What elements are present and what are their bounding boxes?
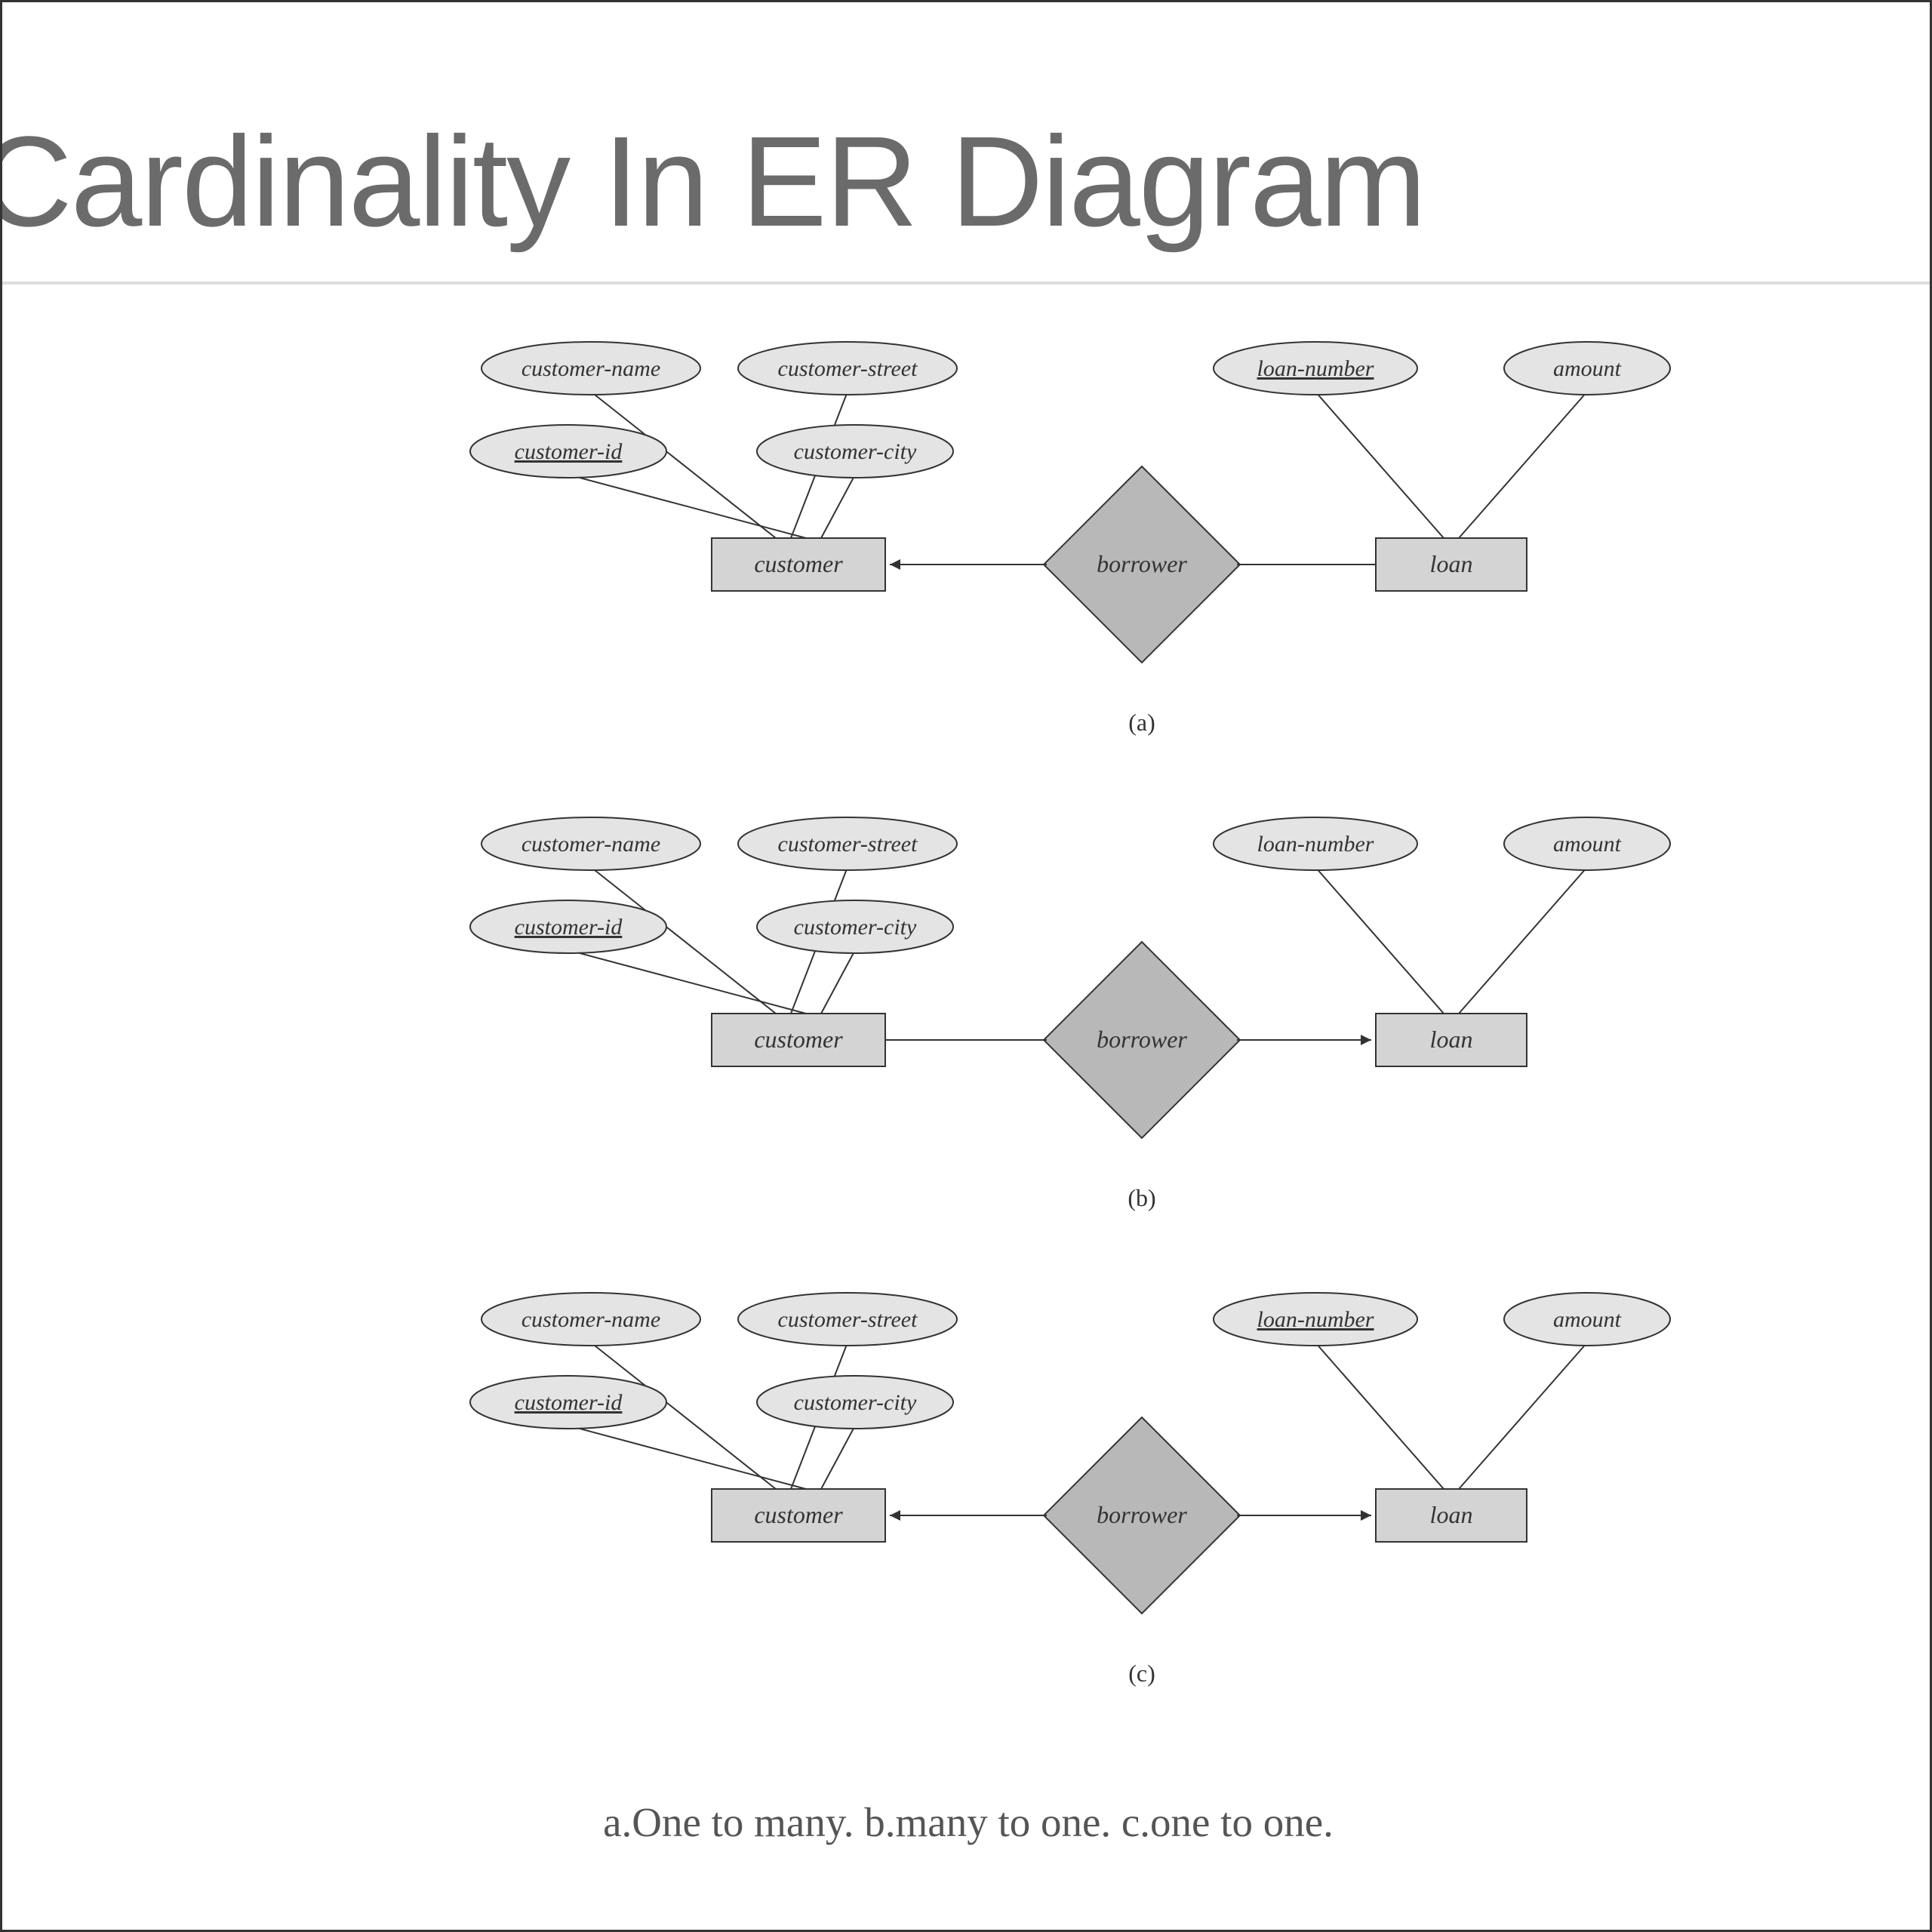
entity-customer-label: customer: [754, 1501, 843, 1528]
customer-attr-1-label: customer-street: [778, 1307, 918, 1332]
loan-attr-1-label: amount: [1553, 356, 1622, 381]
er-diagram-a: customer-name customer-street customer-id c…: [425, 319, 1783, 772]
customer-attr-0-label: customer-name: [521, 1307, 660, 1332]
rel-line-left-arrowhead: [890, 559, 900, 570]
attr-line-3: [821, 950, 855, 1014]
customer-attr-2-label: customer-id: [515, 915, 623, 940]
customer-attr-3-label: customer-city: [794, 439, 917, 464]
customer-attr-0-label: customer-name: [521, 832, 660, 857]
loan-attr-0-label: loan-number: [1257, 356, 1374, 381]
loan-attr-line-0: [1315, 392, 1444, 538]
loan-attr-1-label: amount: [1553, 1307, 1622, 1332]
attr-line-2: [568, 475, 806, 538]
customer-attr-2-label: customer-id: [515, 439, 623, 464]
attr-line-2: [568, 950, 806, 1014]
entity-loan-label: loan: [1430, 1026, 1473, 1053]
attr-line-2: [568, 1426, 806, 1489]
customer-attr-2-label: customer-id: [515, 1390, 623, 1415]
customer-attr-1-label: customer-street: [778, 832, 918, 857]
entity-customer-label: customer: [754, 1026, 843, 1053]
loan-attr-line-1: [1459, 392, 1587, 538]
loan-attr-line-1: [1459, 1343, 1587, 1489]
customer-attr-3-label: customer-city: [794, 915, 917, 940]
customer-attr-1-label: customer-street: [778, 356, 918, 381]
loan-attr-line-0: [1315, 1343, 1444, 1489]
attr-line-3: [821, 475, 855, 538]
loan-attr-0-label: loan-number: [1257, 1307, 1374, 1332]
rel-line-right-arrowhead: [1361, 1510, 1371, 1521]
rel-line-right-arrowhead: [1361, 1035, 1371, 1045]
caption: a.One to many. b.many to one. c.one to o…: [2, 1798, 1932, 1846]
customer-attr-0-label: customer-name: [521, 356, 660, 381]
customer-attr-3-label: customer-city: [794, 1390, 917, 1415]
entity-loan-label: loan: [1430, 1501, 1473, 1528]
loan-attr-0-label: loan-number: [1257, 832, 1374, 857]
rel-line-left-arrowhead: [890, 1510, 900, 1521]
relationship-borrower-label: borrower: [1097, 1026, 1187, 1053]
relationship-borrower-label: borrower: [1097, 550, 1187, 577]
relationship-borrower-label: borrower: [1097, 1501, 1187, 1528]
attr-line-3: [821, 1426, 855, 1489]
er-diagram-c: customer-name customer-street customer-id c…: [425, 1270, 1783, 1723]
er-diagram-b: customer-name customer-street customer-id c…: [425, 795, 1783, 1247]
loan-attr-1-label: amount: [1553, 832, 1622, 857]
sublabel: (b): [1128, 1184, 1155, 1211]
page-title: Cardinality In ER Diagram: [0, 108, 1425, 256]
sublabel: (c): [1128, 1660, 1155, 1687]
sublabel: (a): [1128, 709, 1155, 736]
divider: [0, 281, 1932, 285]
entity-customer-label: customer: [754, 550, 843, 577]
loan-attr-line-1: [1459, 867, 1587, 1014]
loan-attr-line-0: [1315, 867, 1444, 1014]
entity-loan-label: loan: [1430, 550, 1473, 577]
